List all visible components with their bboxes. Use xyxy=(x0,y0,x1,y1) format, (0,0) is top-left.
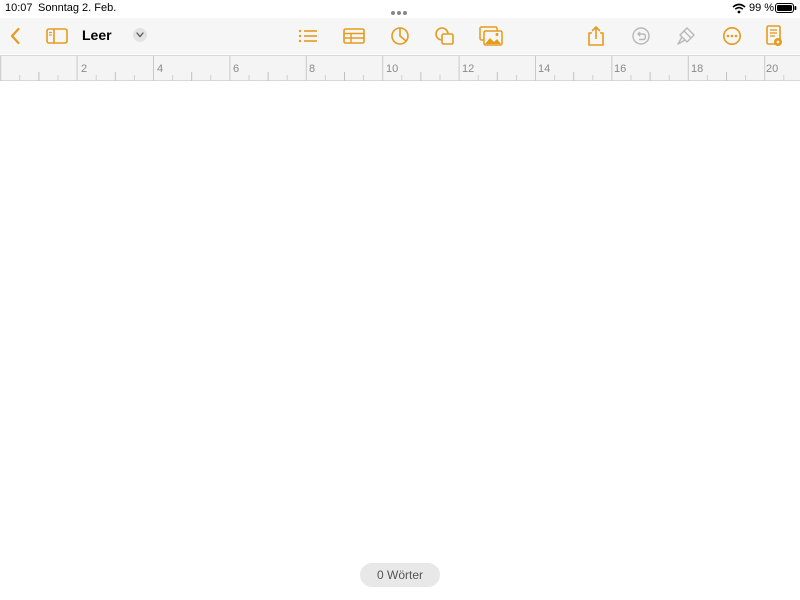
shapes-icon xyxy=(435,27,454,45)
ruler-label: 20 xyxy=(766,63,779,75)
table-icon xyxy=(343,28,365,44)
table-button[interactable] xyxy=(342,24,366,48)
chart-button[interactable] xyxy=(388,24,412,48)
document-title[interactable]: Leer xyxy=(82,27,112,43)
ruler-label: 8 xyxy=(309,63,316,75)
document-setup-button[interactable] xyxy=(762,24,786,48)
media-button[interactable] xyxy=(479,24,503,48)
status-date: Sonntag 2. Feb. xyxy=(38,2,117,14)
more-icon xyxy=(723,27,741,45)
ellipsis-dots-icon[interactable] xyxy=(391,6,409,15)
ruler-label: 16 xyxy=(614,63,627,75)
chevron-left-icon xyxy=(10,27,20,45)
title-menu-button[interactable] xyxy=(133,28,147,42)
sidebar-button[interactable] xyxy=(45,24,69,48)
battery-percent: 99 % xyxy=(749,2,775,14)
ruler-label: 6 xyxy=(233,63,240,75)
status-bar: 10:07 Sonntag 2. Feb. 99 % xyxy=(0,0,800,16)
ruler-label: 10 xyxy=(386,63,399,75)
word-count-badge[interactable]: 0 Wörter xyxy=(360,563,440,587)
shapes-button[interactable] xyxy=(433,24,457,48)
ruler-label: 14 xyxy=(538,63,551,75)
format-button[interactable] xyxy=(674,24,698,48)
list-button[interactable] xyxy=(296,24,320,48)
chart-icon xyxy=(391,27,409,45)
undo-icon xyxy=(632,27,650,45)
ruler-ticks xyxy=(0,56,785,82)
wifi-icon xyxy=(732,3,746,14)
status-time: 10:07 xyxy=(5,2,33,14)
ruler-label: 18 xyxy=(691,63,704,75)
ruler-label: 4 xyxy=(157,63,164,75)
document-canvas[interactable] xyxy=(0,81,800,600)
ruler[interactable]: 2 4 6 8 10 12 14 16 18 20 xyxy=(0,55,800,82)
back-button[interactable] xyxy=(4,24,28,48)
paintbrush-icon xyxy=(677,27,695,45)
share-icon xyxy=(588,25,604,46)
ruler-label: 12 xyxy=(462,63,475,75)
list-icon xyxy=(298,29,317,43)
undo-button[interactable] xyxy=(629,24,653,48)
share-button[interactable] xyxy=(584,24,608,48)
more-button[interactable] xyxy=(720,24,744,48)
toolbar: Leer xyxy=(0,18,800,54)
ruler-label: 2 xyxy=(81,63,88,75)
sidebar-icon xyxy=(46,28,68,44)
media-icon xyxy=(479,26,503,46)
document-icon xyxy=(766,25,782,46)
chevron-down-icon xyxy=(136,32,144,38)
battery-icon xyxy=(775,3,797,13)
